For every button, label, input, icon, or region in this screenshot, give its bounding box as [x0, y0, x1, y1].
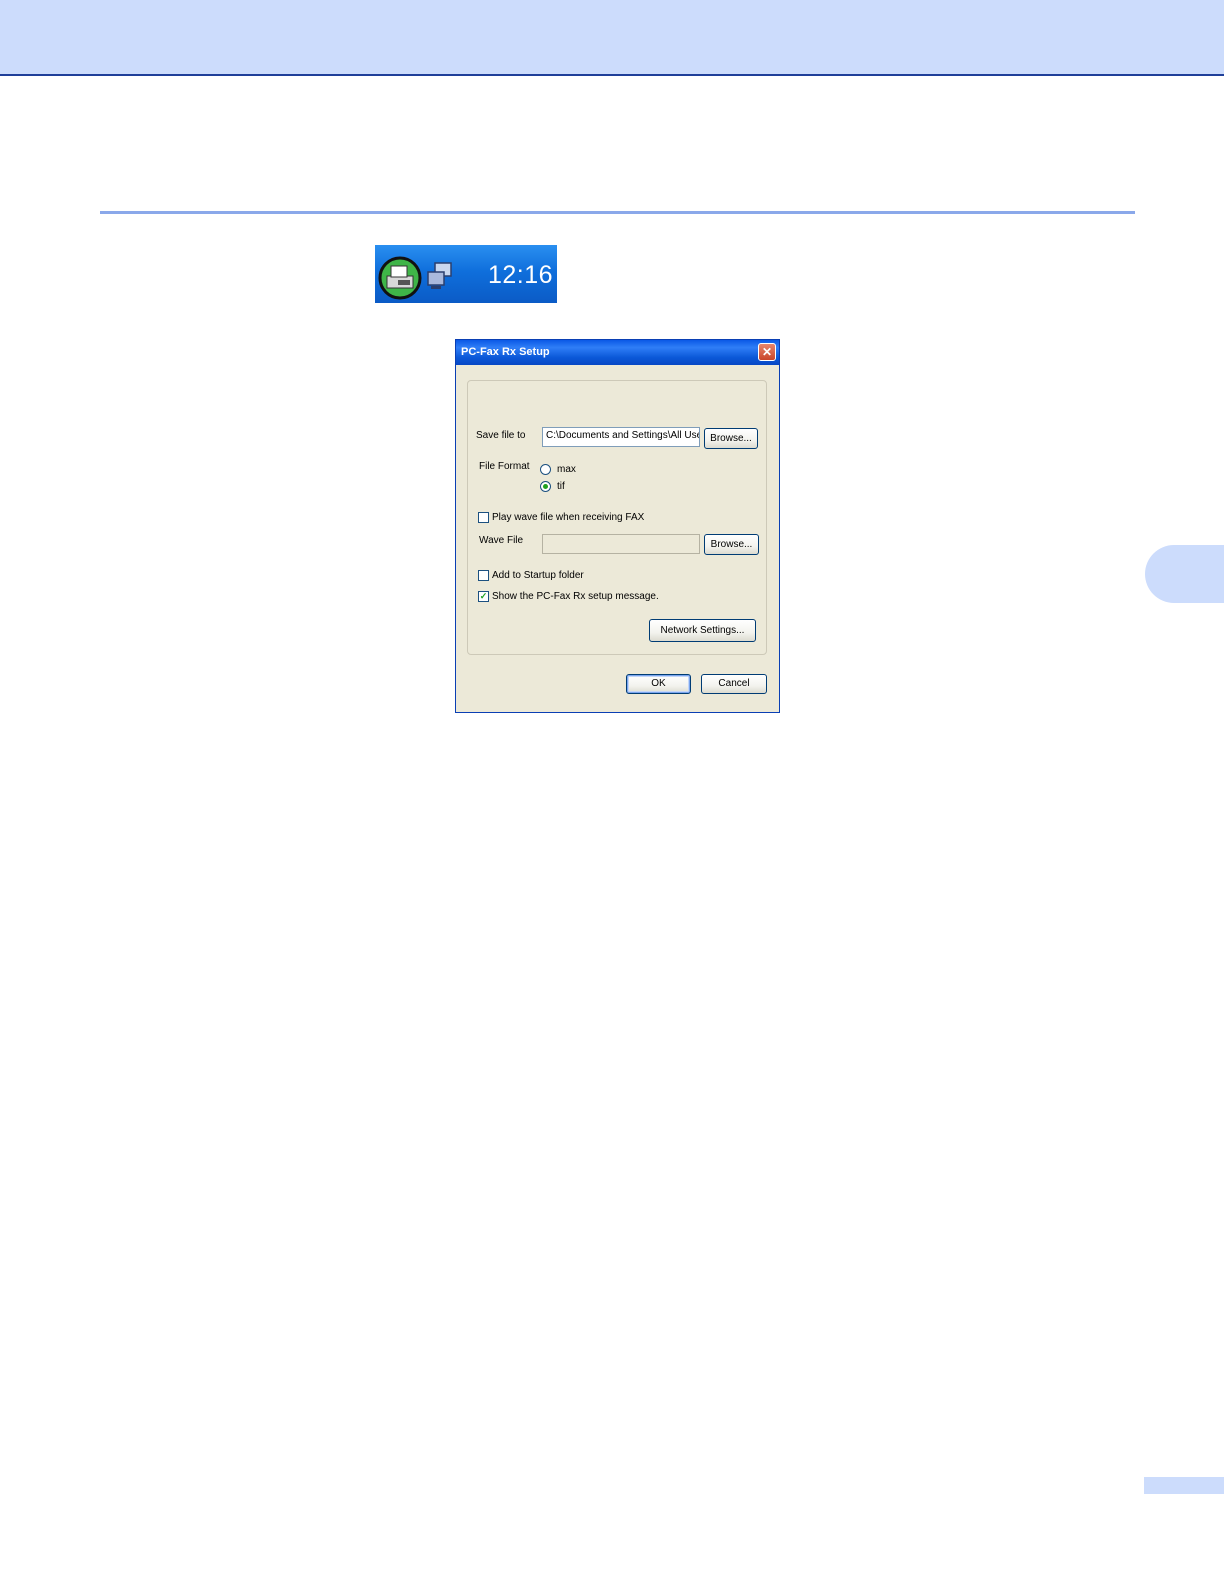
close-icon: ✕ — [761, 345, 773, 359]
header-band — [0, 0, 1224, 76]
show-message-checkbox[interactable]: ✓ — [478, 591, 489, 602]
wave-file-browse-button[interactable]: Browse... — [704, 534, 759, 555]
play-wave-label: Play wave file when receiving FAX — [492, 512, 645, 523]
system-tray: 12:16 — [375, 245, 557, 303]
chapter-tab — [1145, 545, 1224, 603]
ok-button[interactable]: OK — [626, 674, 691, 694]
pc-fax-rx-setup-dialog: PC-Fax Rx Setup ✕ Save file to C:\Docume… — [455, 339, 780, 713]
format-option-max-label: max — [557, 464, 576, 475]
title-bar[interactable]: PC-Fax Rx Setup ✕ — [456, 340, 779, 365]
network-tray-icon[interactable] — [426, 261, 456, 291]
network-settings-button[interactable]: Network Settings... — [649, 619, 756, 642]
play-wave-checkbox[interactable] — [478, 512, 489, 523]
add-startup-label: Add to Startup folder — [492, 570, 584, 581]
format-radio-tif[interactable] — [540, 481, 551, 492]
save-file-input[interactable]: C:\Documents and Settings\All Users — [542, 427, 700, 447]
add-startup-checkbox[interactable] — [478, 570, 489, 581]
section-rule — [100, 211, 1135, 214]
format-option-tif-label: tif — [557, 481, 565, 492]
close-button[interactable]: ✕ — [758, 343, 776, 361]
save-file-browse-button[interactable]: Browse... — [704, 428, 758, 449]
save-file-label: Save file to — [476, 430, 526, 441]
wave-file-input[interactable] — [542, 534, 700, 554]
check-mark-icon: ✓ — [479, 591, 488, 601]
tray-clock: 12:16 — [488, 261, 554, 289]
show-message-label: Show the PC-Fax Rx setup message. — [492, 591, 659, 602]
cancel-button[interactable]: Cancel — [701, 674, 767, 694]
format-radio-max[interactable] — [540, 464, 551, 475]
file-format-label: File Format — [479, 461, 530, 472]
dialog-title: PC-Fax Rx Setup — [461, 346, 550, 358]
page-number-tab — [1144, 1477, 1224, 1494]
wave-file-label: Wave File — [479, 535, 524, 546]
pc-fax-tray-icon[interactable] — [378, 256, 422, 300]
